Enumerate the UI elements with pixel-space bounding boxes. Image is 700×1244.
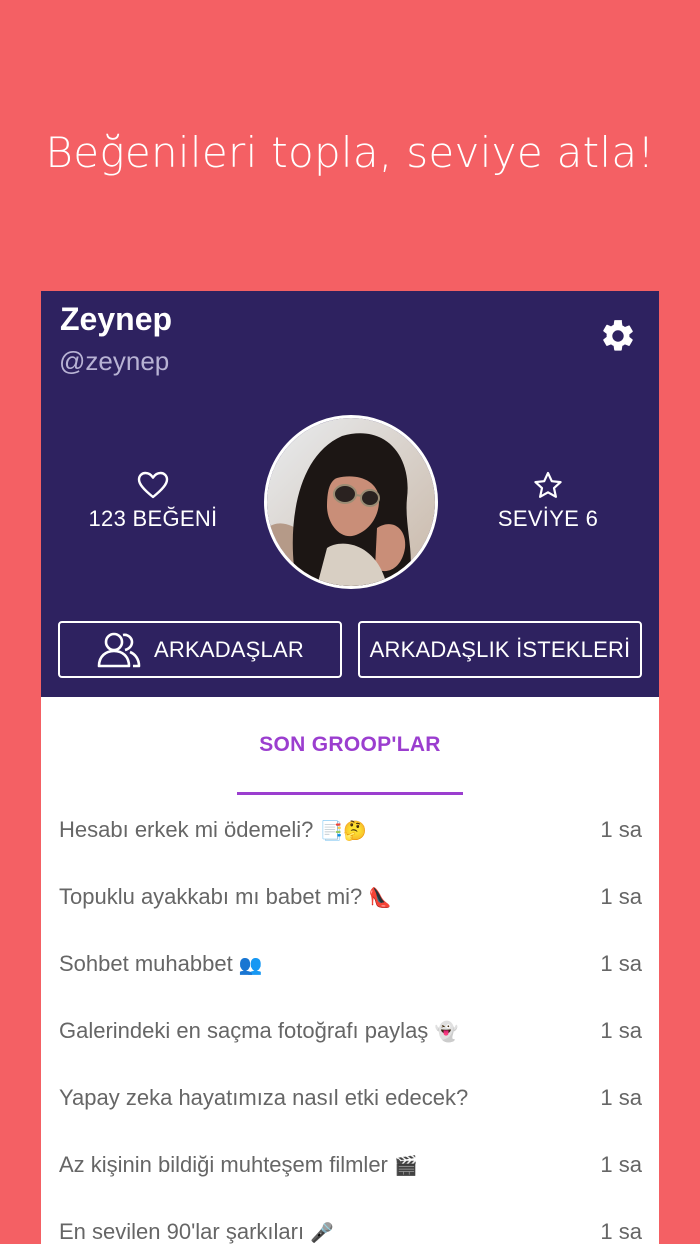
- list-item-title: Topuklu ayakkabı mı babet mi? 👠: [59, 884, 393, 909]
- list-item-time: 1 sa: [600, 884, 642, 909]
- likes-stat: 123 BEĞENİ: [53, 471, 253, 532]
- avatar[interactable]: [264, 415, 438, 589]
- groop-list: Hesabı erkek mi ödemeli? 📑🤔 1 sa Topuklu…: [41, 796, 659, 1244]
- list-item-time: 1 sa: [600, 817, 642, 842]
- likes-label: 123 BEĞENİ: [88, 506, 218, 531]
- list-item-emoji: 🎤: [310, 1222, 334, 1244]
- profile-card: Zeynep @zeynep 123 BEĞENİ SEVİYE 6 ARKAD…: [41, 291, 659, 1244]
- list-item-title: Az kişinin bildiği muhteşem filmler 🎬: [59, 1152, 418, 1177]
- list-item-title: En sevilen 90'lar şarkıları 🎤: [59, 1219, 334, 1244]
- list-item[interactable]: Galerindeki en saçma fotoğrafı paylaş 👻 …: [41, 997, 659, 1064]
- list-item-title: Galerindeki en saçma fotoğrafı paylaş 👻: [59, 1018, 459, 1043]
- list-item[interactable]: Hesabı erkek mi ödemeli? 📑🤔 1 sa: [41, 796, 659, 863]
- list-item-title: Hesabı erkek mi ödemeli? 📑🤔: [59, 817, 367, 842]
- list-item-emoji: 📑🤔: [319, 820, 367, 842]
- friends-button-label: ARKADAŞLAR: [154, 636, 304, 662]
- list-item-emoji: 👻: [434, 1021, 459, 1043]
- list-item-title: Yapay zeka hayatımıza nasıl etki edecek?: [59, 1085, 469, 1110]
- list-item-time: 1 sa: [600, 1085, 642, 1110]
- list-item[interactable]: Topuklu ayakkabı mı babet mi? 👠 1 sa: [41, 863, 659, 930]
- list-item-time: 1 sa: [600, 951, 642, 976]
- profile-name: Zeynep: [60, 301, 173, 337]
- list-item-emoji: 👠: [368, 887, 393, 909]
- level-label: SEVİYE 6: [497, 506, 599, 531]
- gear-icon[interactable]: [599, 317, 637, 355]
- profile-header: Zeynep @zeynep 123 BEĞENİ SEVİYE 6 ARKAD…: [41, 291, 659, 697]
- tab-label: SON GROOP'LAR: [259, 733, 441, 756]
- tab-indicator: [237, 792, 463, 795]
- list-item-time: 1 sa: [600, 1152, 642, 1177]
- tab-recent-groops[interactable]: SON GROOP'LAR: [237, 697, 463, 795]
- friend-requests-button-label: ARKADAŞLIK İSTEKLERİ: [369, 636, 631, 662]
- list-item[interactable]: Az kişinin bildiği muhteşem filmler 🎬 1 …: [41, 1131, 659, 1198]
- list-item-time: 1 sa: [600, 1219, 642, 1244]
- profile-handle: @zeynep: [59, 346, 170, 376]
- list-item-emoji: 👥: [238, 954, 263, 976]
- friends-button[interactable]: ARKADAŞLAR: [58, 621, 342, 678]
- list-item-title: Sohbet muhabbet 👥: [59, 951, 263, 976]
- friend-requests-button[interactable]: ARKADAŞLIK İSTEKLERİ: [358, 621, 642, 678]
- heart-icon: [137, 471, 169, 499]
- list-item-emoji: 🎬: [394, 1155, 418, 1177]
- level-stat: SEVİYE 6: [448, 471, 648, 532]
- people-icon: [97, 632, 141, 667]
- headline: Beğenileri topla, seviye atla!: [45, 128, 655, 177]
- list-item-time: 1 sa: [600, 1018, 642, 1043]
- list-item[interactable]: En sevilen 90'lar şarkıları 🎤 1 sa: [41, 1198, 659, 1244]
- star-icon: [534, 471, 562, 498]
- list-item[interactable]: Yapay zeka hayatımıza nasıl etki edecek?…: [41, 1064, 659, 1131]
- avatar-photo: [267, 418, 435, 586]
- list-item[interactable]: Sohbet muhabbet 👥 1 sa: [41, 930, 659, 997]
